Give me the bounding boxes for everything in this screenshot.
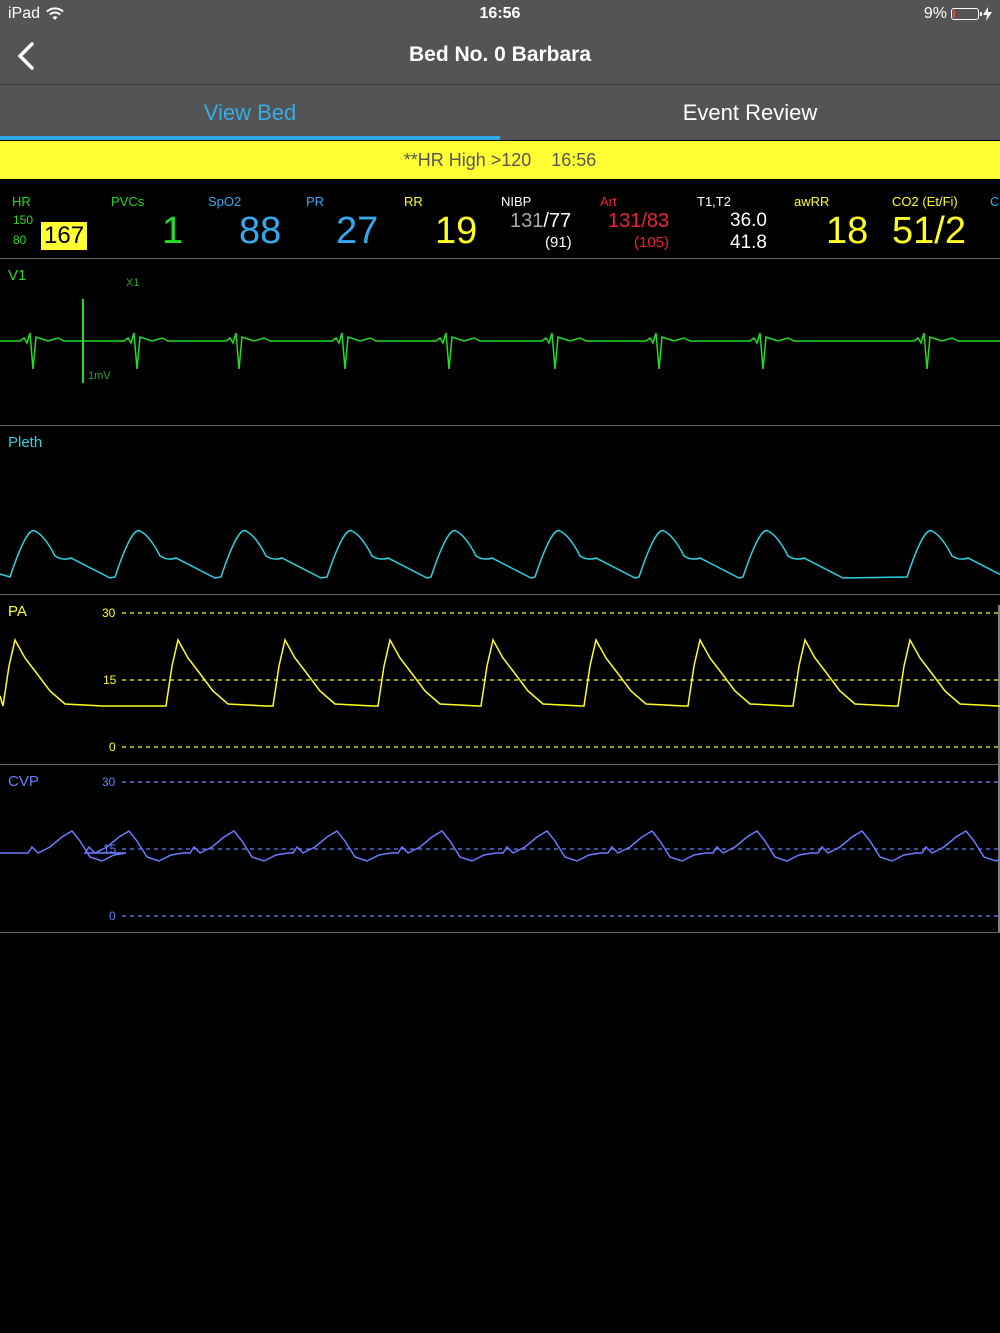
pa-scale-low: 0 [109, 740, 116, 754]
cvp-label: CVP [8, 773, 39, 790]
nibp-diastolic: /77 [543, 210, 572, 232]
pvcs-label: PVCs [111, 194, 145, 209]
pa-panel[interactable]: PA 30 15 0 [0, 595, 1000, 765]
tab-view-bed[interactable]: View Bed [0, 85, 500, 140]
pleth-panel[interactable]: Pleth [0, 426, 1000, 595]
cvp-scale-high: 30 [102, 775, 116, 789]
status-time: 16:56 [479, 5, 521, 22]
pvcs-value: 1 [162, 210, 184, 252]
pa-scale-high: 30 [102, 606, 116, 620]
nibp-value: 131/77 [510, 210, 571, 233]
alarm-time: 16:56 [551, 150, 597, 170]
nibp-mean: (91) [545, 234, 572, 251]
rr-value: 19 [435, 210, 478, 252]
truncated-param-label: C [990, 194, 1000, 209]
ecg-calibration-label: 1mV [88, 370, 111, 382]
spo2-value: 88 [239, 210, 282, 252]
cvp-scale-low: 0 [109, 909, 116, 923]
art-label: Art [600, 194, 617, 209]
cvp-scale-mid: 15 [103, 842, 117, 856]
nav-bar: Bed No. 0 Barbara [0, 28, 1000, 85]
co2-value: 51/2 [892, 210, 966, 252]
art-mean: (105) [634, 234, 670, 251]
battery-percent: 9% [923, 5, 947, 22]
status-bar: iPad 16:56 9% [0, 0, 1000, 28]
alarm-banner[interactable]: **HR High >120 16:56 [0, 141, 1000, 179]
hr-label: HR [12, 194, 31, 209]
rr-label: RR [404, 194, 423, 209]
ecg-v1-waveform [0, 299, 1000, 383]
pr-value: 27 [336, 210, 379, 252]
vital-params: HR 150 80 167 PVCs 1 SpO2 88 PR 27 RR 19… [0, 180, 1000, 259]
hr-lower-limit: 80 [13, 233, 27, 247]
pr-label: PR [306, 194, 325, 209]
cvp-panel[interactable]: CVP 30 15 0 [0, 765, 1000, 933]
art-value: 131/83 [608, 210, 670, 232]
battery-icon [951, 8, 982, 20]
pa-label: PA [8, 603, 27, 620]
temp-t2: 41.8 [730, 232, 767, 253]
pleth-label: Pleth [8, 434, 43, 451]
awrr-label: awRR [794, 194, 830, 209]
alarm-message: **HR High >120 [403, 150, 532, 170]
spo2-label: SpO2 [208, 194, 242, 209]
temp-t1: 36.0 [730, 210, 767, 231]
ecg-v1-panel[interactable]: V1 X1 1mV [0, 259, 1000, 426]
nibp-label: NIBP [501, 194, 532, 209]
hr-value: 167 [41, 222, 88, 250]
awrr-value: 18 [826, 210, 869, 252]
pleth-waveform [0, 529, 1000, 579]
charging-icon [983, 7, 992, 21]
co2-label: CO2 (Et/Fi) [892, 194, 958, 209]
ecg-gain-label: X1 [126, 277, 140, 289]
nibp-systolic: 131 [510, 210, 544, 232]
ecg-lead-label: V1 [8, 267, 27, 284]
tab-bar: View Bed Event Review [0, 85, 1000, 140]
hr-upper-limit: 150 [13, 213, 34, 227]
pa-waveform [0, 605, 1000, 764]
cvp-waveform [0, 765, 1000, 932]
page-title: Bed No. 0 Barbara [408, 43, 592, 66]
pa-scale-mid: 15 [103, 673, 117, 687]
temp-label: T1,T2 [697, 194, 731, 209]
tab-event-review[interactable]: Event Review [500, 85, 1000, 140]
